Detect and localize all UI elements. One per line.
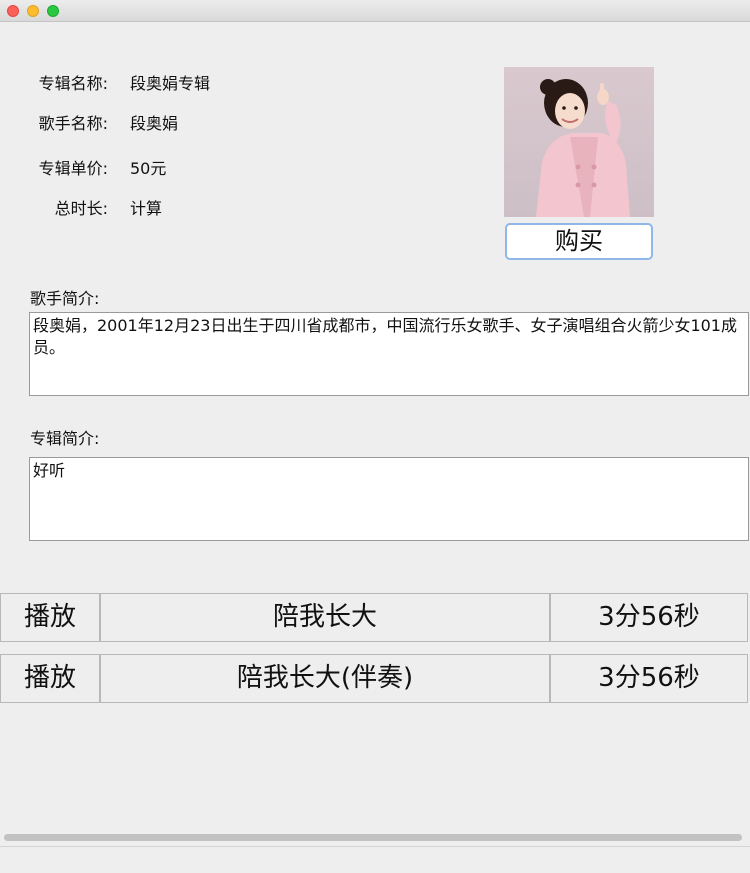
horizontal-scrollbar[interactable] (0, 830, 750, 844)
singer-intro-label: 歌手简介: (30, 289, 100, 308)
singer-intro-textarea[interactable]: 段奥娟，2001年12月23日出生于四川省成都市，中国流行乐女歌手、女子演唱组合… (29, 312, 749, 396)
buy-button[interactable]: 购买 (505, 223, 653, 260)
total-duration-label: 总时长: (54, 199, 108, 218)
close-window-button[interactable] (7, 5, 19, 17)
play-button[interactable]: 播放 (0, 654, 100, 703)
track-title: 陪我长大(伴奏) (100, 654, 550, 703)
singer-photo (504, 67, 654, 217)
minimize-window-button[interactable] (27, 5, 39, 17)
play-button[interactable]: 播放 (0, 593, 100, 642)
total-duration-value: 计算 (130, 199, 163, 218)
scrollbar-thumb[interactable] (4, 834, 742, 841)
window-titlebar (0, 0, 750, 22)
singer-name-label: 歌手名称: (38, 114, 108, 133)
album-intro-label: 专辑简介: (30, 429, 100, 448)
album-name-value: 段奥娟专辑 (130, 74, 211, 93)
album-price-value: 50元 (130, 159, 167, 178)
track-duration: 3分56秒 (550, 593, 748, 642)
album-price-label: 专辑单价: (38, 159, 108, 178)
maximize-window-button[interactable] (47, 5, 59, 17)
singer-name-value: 段奥娟 (130, 114, 179, 133)
track-title: 陪我长大 (100, 593, 550, 642)
album-intro-textarea[interactable]: 好听 (29, 457, 749, 541)
track-duration: 3分56秒 (550, 654, 748, 703)
bottom-divider (0, 846, 750, 847)
album-name-label: 专辑名称: (38, 74, 108, 93)
singer-photo-icon (504, 67, 654, 217)
